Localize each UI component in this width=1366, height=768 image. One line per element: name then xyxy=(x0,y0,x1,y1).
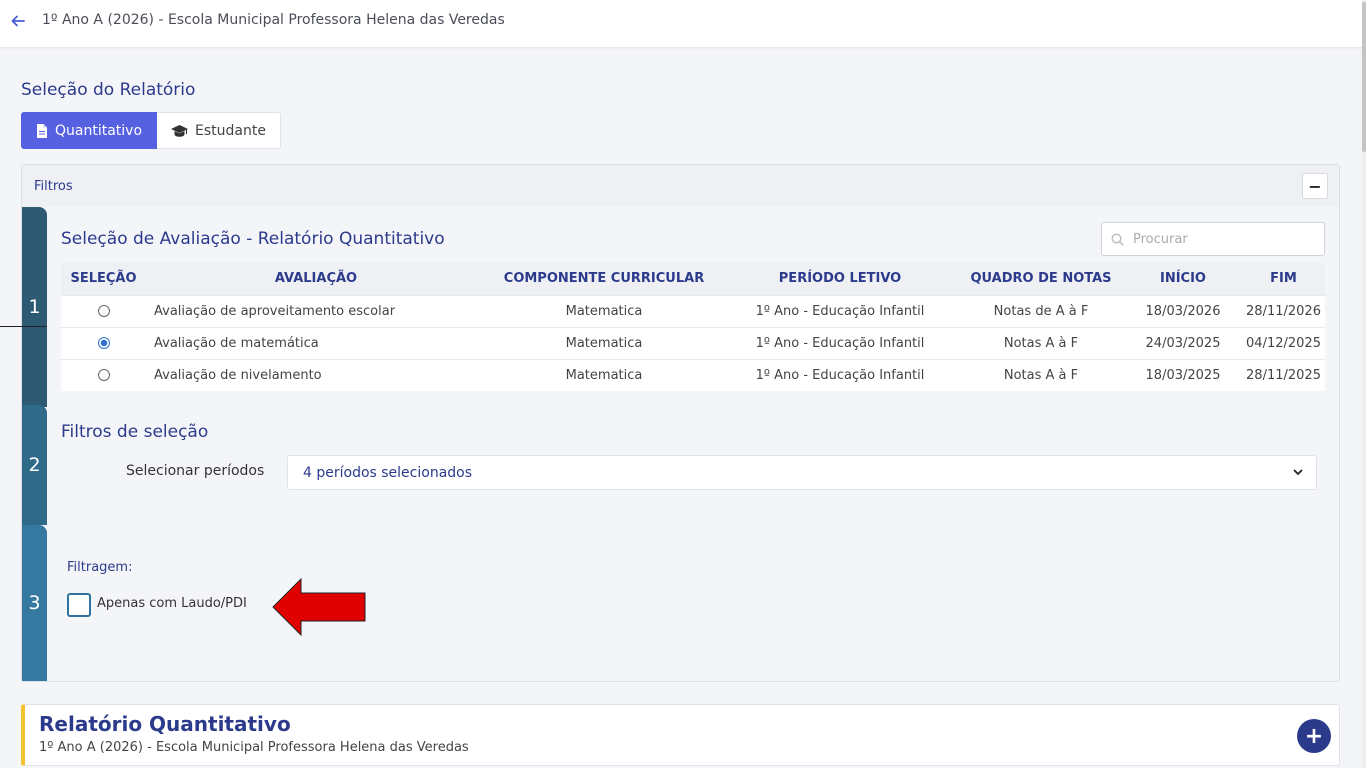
tab-quantitativo-label: Quantitativo xyxy=(55,122,143,139)
divider-line xyxy=(0,326,47,327)
evaluation-start: 18/03/2025 xyxy=(1124,358,1242,391)
evaluation-table: SELEÇÃO AVALIAÇÃO COMPONENTE CURRICULAR … xyxy=(61,263,1325,391)
evaluation-radio[interactable] xyxy=(97,305,110,317)
table-row[interactable]: Avaliação de aproveitamento escolar Mate… xyxy=(61,294,1325,327)
filters-panel: Filtros − 1 2 3 Seleção de Avaliação - R… xyxy=(21,164,1340,682)
column-header-periodo: PERÍODO LETIVO xyxy=(722,263,958,295)
collapse-filters-button[interactable]: − xyxy=(1302,173,1328,199)
evaluation-component: Matematica xyxy=(486,294,722,327)
evaluation-start: 18/03/2026 xyxy=(1124,294,1242,327)
periods-select-value: 4 períodos selecionados xyxy=(303,464,473,481)
evaluation-end: 28/11/2026 xyxy=(1242,294,1325,327)
evaluation-name: Avaliação de matemática xyxy=(146,326,486,359)
report-selection-title: Seleção do Relatório xyxy=(21,80,196,100)
evaluation-end: 28/11/2025 xyxy=(1242,358,1325,391)
column-header-selecao: SELEÇÃO xyxy=(61,263,146,295)
tab-estudante[interactable]: Estudante xyxy=(157,112,281,149)
table-header-row: SELEÇÃO AVALIAÇÃO COMPONENTE CURRICULAR … xyxy=(61,263,1325,295)
scrollbar[interactable] xyxy=(1362,0,1366,768)
step-3-marker: 3 xyxy=(22,525,47,681)
filtering-label: Filtragem: xyxy=(67,560,133,575)
evaluation-name: Avaliação de aproveitamento escolar xyxy=(146,294,486,327)
column-header-componente: COMPONENTE CURRICULAR xyxy=(486,263,722,295)
red-arrow-annotation xyxy=(272,578,366,636)
evaluation-period: 1º Ano - Educação Infantil xyxy=(722,294,958,327)
evaluation-end: 04/12/2025 xyxy=(1242,326,1325,359)
evaluation-name: Avaliação de nivelamento xyxy=(146,358,486,391)
evaluation-period: 1º Ano - Educação Infantil xyxy=(722,326,958,359)
graduation-cap-icon xyxy=(171,124,189,137)
step-2-marker: 2 xyxy=(22,405,47,525)
report-title: Relatório Quantitativo xyxy=(39,712,291,736)
search-icon xyxy=(1111,232,1124,246)
table-row[interactable]: Avaliação de nivelamento Matematica 1º A… xyxy=(61,358,1325,391)
evaluation-radio[interactable] xyxy=(97,369,110,382)
evaluation-selection-title: Seleção de Avaliação - Relatório Quantit… xyxy=(61,229,445,249)
search-box xyxy=(1101,222,1325,256)
report-type-tabs: Quantitativo Estudante xyxy=(21,112,281,149)
evaluation-component: Matematica xyxy=(486,326,722,359)
selection-filters-title: Filtros de seleção xyxy=(61,422,209,442)
report-card: Relatório Quantitativo 1º Ano A (2026) -… xyxy=(21,704,1340,766)
back-arrow-icon[interactable] xyxy=(9,12,27,30)
add-report-button[interactable]: + xyxy=(1297,719,1331,753)
tab-quantitativo[interactable]: Quantitativo xyxy=(21,112,158,149)
column-header-inicio: INÍCIO xyxy=(1124,263,1242,295)
laudo-pdi-checkbox[interactable] xyxy=(67,593,91,617)
evaluation-grades: Notas A à F xyxy=(958,358,1124,391)
periods-label: Selecionar períodos xyxy=(126,463,265,479)
periods-select[interactable]: 4 períodos selecionados xyxy=(287,455,1317,490)
filters-header: Filtros − xyxy=(22,165,1339,207)
evaluation-start: 24/03/2025 xyxy=(1124,326,1242,359)
evaluation-grades: Notas de A à F xyxy=(958,294,1124,327)
chevron-down-icon xyxy=(1293,469,1303,475)
step-1-marker: 1 xyxy=(22,207,47,407)
evaluation-grades: Notas A à F xyxy=(958,326,1124,359)
column-header-quadro: QUADRO DE NOTAS xyxy=(958,263,1124,295)
search-input[interactable] xyxy=(1133,231,1313,247)
evaluation-radio-selected[interactable] xyxy=(97,337,110,349)
report-subtitle: 1º Ano A (2026) - Escola Municipal Profe… xyxy=(39,740,469,755)
laudo-pdi-label: Apenas com Laudo/PDI xyxy=(97,596,247,611)
tab-estudante-label: Estudante xyxy=(195,122,266,139)
scrollbar-thumb[interactable] xyxy=(1362,2,1366,152)
column-header-avaliacao: AVALIAÇÃO xyxy=(146,263,486,295)
column-header-fim: FIM xyxy=(1242,263,1325,295)
document-icon xyxy=(37,123,47,138)
filters-title: Filtros xyxy=(34,179,73,194)
page-title: 1º Ano A (2026) - Escola Municipal Profe… xyxy=(42,12,505,28)
evaluation-component: Matematica xyxy=(486,358,722,391)
evaluation-period: 1º Ano - Educação Infantil xyxy=(722,358,958,391)
top-bar: 1º Ano A (2026) - Escola Municipal Profe… xyxy=(0,0,1362,48)
table-row[interactable]: Avaliação de matemática Matematica 1º An… xyxy=(61,326,1325,359)
